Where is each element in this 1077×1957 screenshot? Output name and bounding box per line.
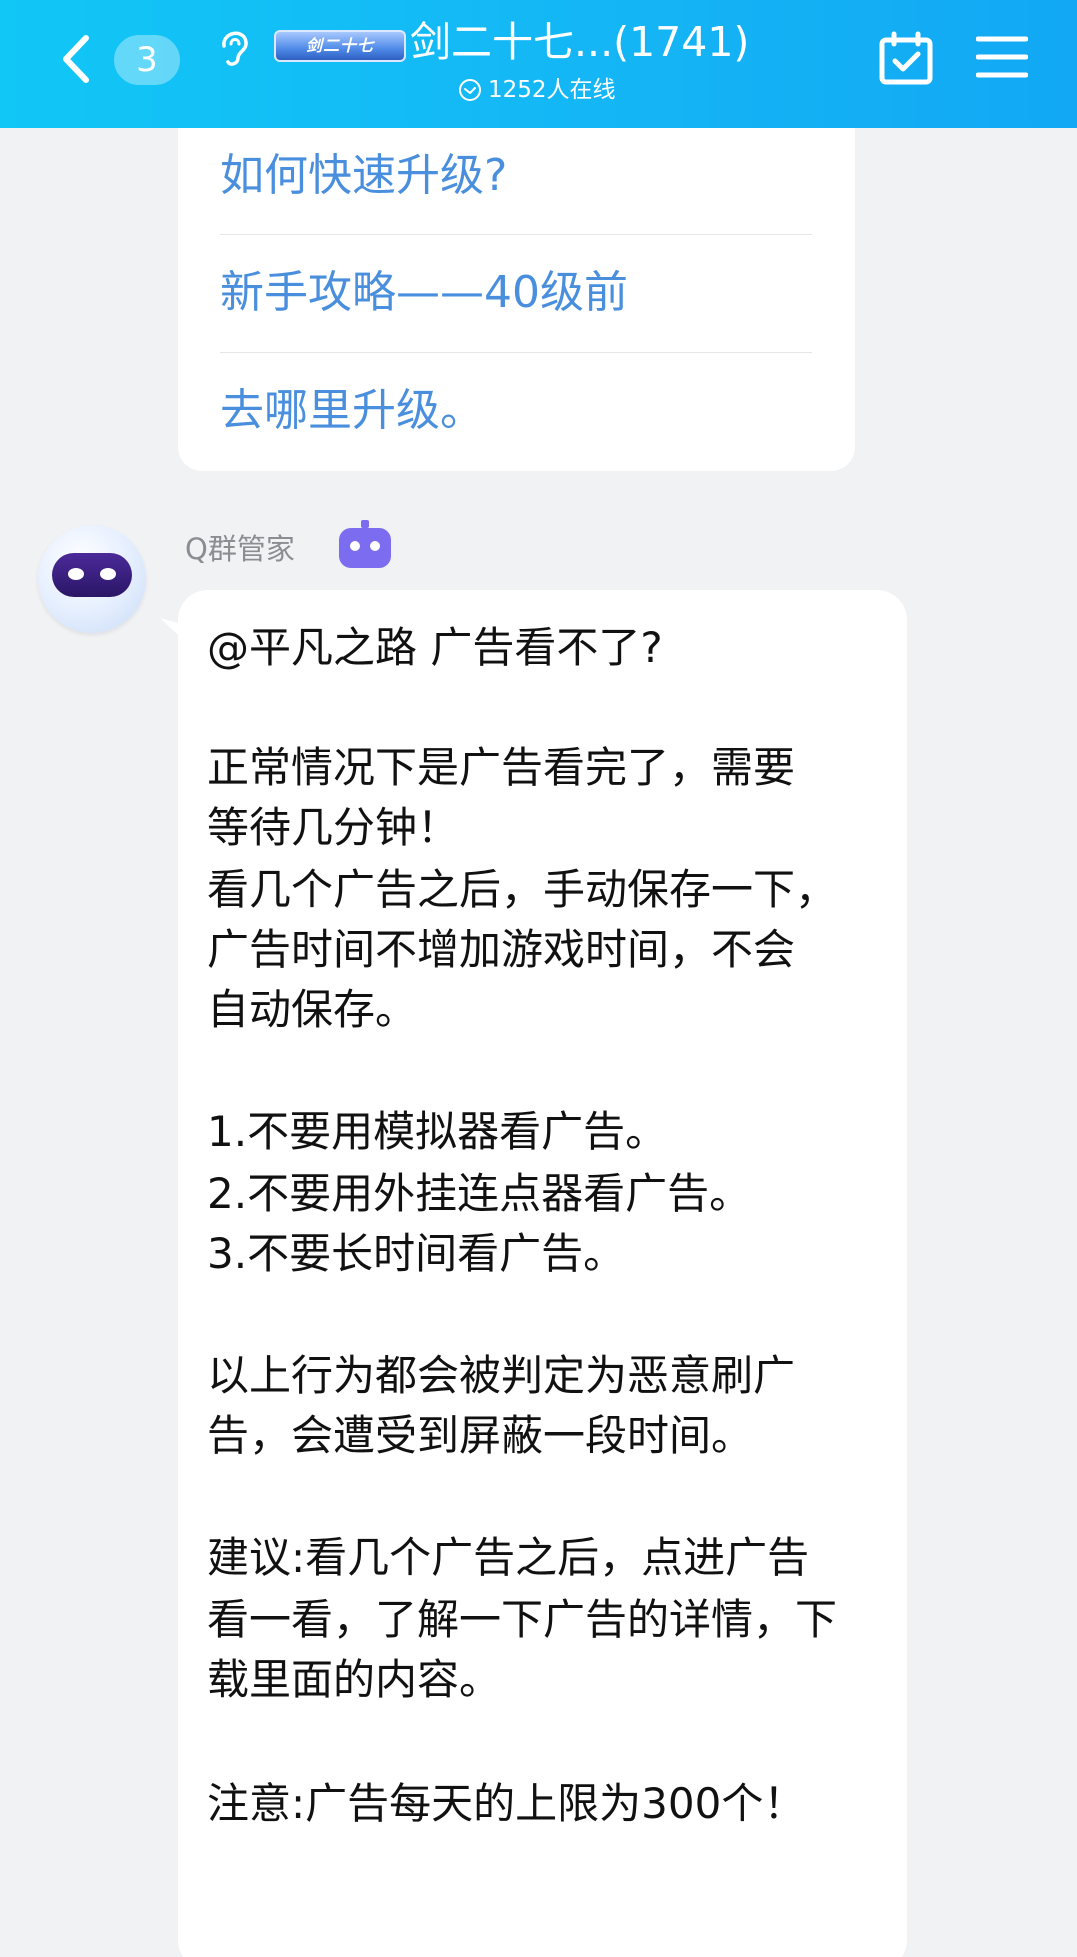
- message-line: 等待几分钟！: [207, 803, 460, 852]
- unread-count-badge[interactable]: 3: [114, 35, 180, 85]
- message-line: 看几个广告之后，手动保存一下，: [207, 865, 838, 914]
- message-line: 载里面的内容。: [207, 1655, 502, 1704]
- message-line: 1.不要用模拟器看广告。: [207, 1107, 668, 1156]
- chat-header: 3 剑二十七 剑二十七...(1741) 1252人在线: [0, 0, 1077, 128]
- calendar-check-icon[interactable]: [878, 30, 934, 86]
- bot-badge-icon: [339, 520, 391, 568]
- message-line: 正常情况下是广告看完了，需要: [207, 743, 796, 792]
- group-logo: 剑二十七: [274, 30, 406, 62]
- message-line: 自动保存。: [207, 985, 418, 1034]
- menu-icon[interactable]: [976, 34, 1028, 80]
- faq-link[interactable]: 去哪里升级。: [220, 361, 812, 461]
- message-line: 注意:广告每天的上限为300个！: [207, 1779, 806, 1828]
- sender-name[interactable]: Q群管家: [185, 528, 295, 570]
- sender-avatar[interactable]: [38, 525, 146, 633]
- avatar-eye: [100, 568, 116, 580]
- group-title[interactable]: 剑二十七...(1741): [410, 14, 749, 70]
- online-check-icon: [459, 79, 481, 101]
- back-chevron-icon: [63, 35, 89, 83]
- chat-screen: 3 剑二十七 剑二十七...(1741) 1252人在线 如何快速升级? 新手攻…: [0, 0, 1077, 1957]
- divider: [220, 234, 812, 235]
- message-line: 3.不要长时间看广告。: [207, 1229, 626, 1278]
- divider: [220, 352, 812, 353]
- message-line: @平凡之路 广告看不了?: [207, 623, 663, 672]
- message-line: 告，会遭受到屏蔽一段时间。: [207, 1411, 754, 1460]
- message-line: 看一看，了解一下广告的详情，下: [207, 1595, 838, 1644]
- avatar-face: [52, 553, 132, 597]
- online-status[interactable]: 1252人在线: [458, 74, 616, 106]
- message-line: 2.不要用外挂连点器看广告。: [207, 1169, 752, 1218]
- message-line: 以上行为都会被判定为恶意刷广: [207, 1351, 796, 1400]
- message-line: 建议:看几个广告之后，点进广告: [207, 1533, 810, 1582]
- faq-link[interactable]: 如何快速升级?: [220, 126, 812, 226]
- back-button[interactable]: [52, 30, 102, 88]
- faq-link[interactable]: 新手攻略——40级前: [220, 243, 812, 343]
- message-line: 广告时间不增加游戏时间，不会: [207, 925, 796, 974]
- faq-message-bubble: 如何快速升级? 新手攻略——40级前 去哪里升级。: [178, 90, 855, 471]
- online-count-text: 1252人在线: [488, 77, 616, 103]
- avatar-eye: [68, 568, 84, 580]
- ear-icon[interactable]: [214, 24, 254, 70]
